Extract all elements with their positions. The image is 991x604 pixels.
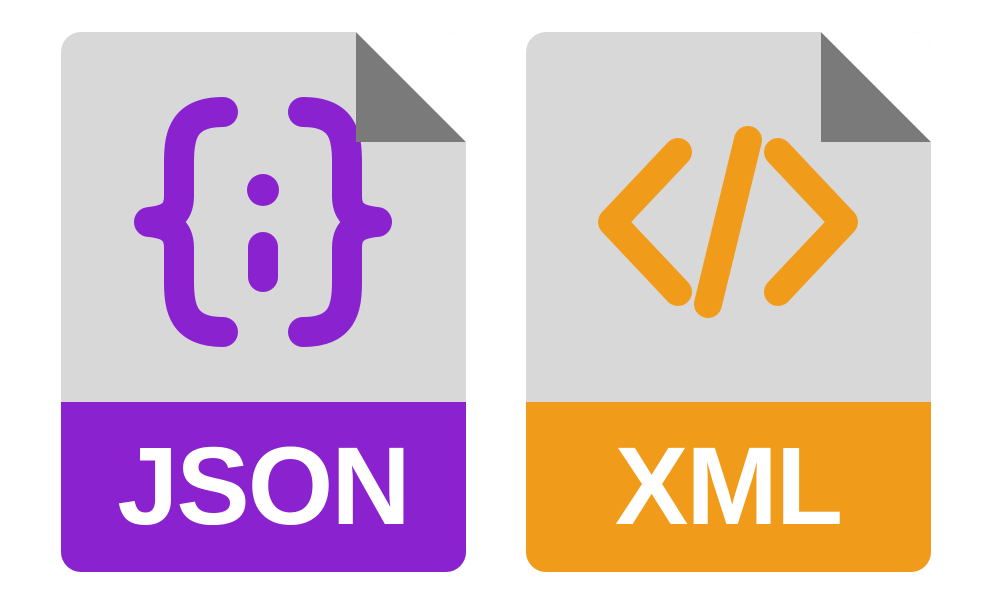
page-corner-cut (821, 32, 931, 142)
file-json-label: JSON (117, 432, 409, 542)
file-json-label-band: JSON (61, 402, 466, 572)
file-xml-label-band: XML (526, 402, 931, 572)
angle-brackets-icon (578, 112, 878, 332)
file-xml: XML (526, 32, 931, 572)
file-xml-label: XML (615, 432, 841, 542)
page-corner-cut (356, 32, 466, 142)
file-json: JSON (61, 32, 466, 572)
